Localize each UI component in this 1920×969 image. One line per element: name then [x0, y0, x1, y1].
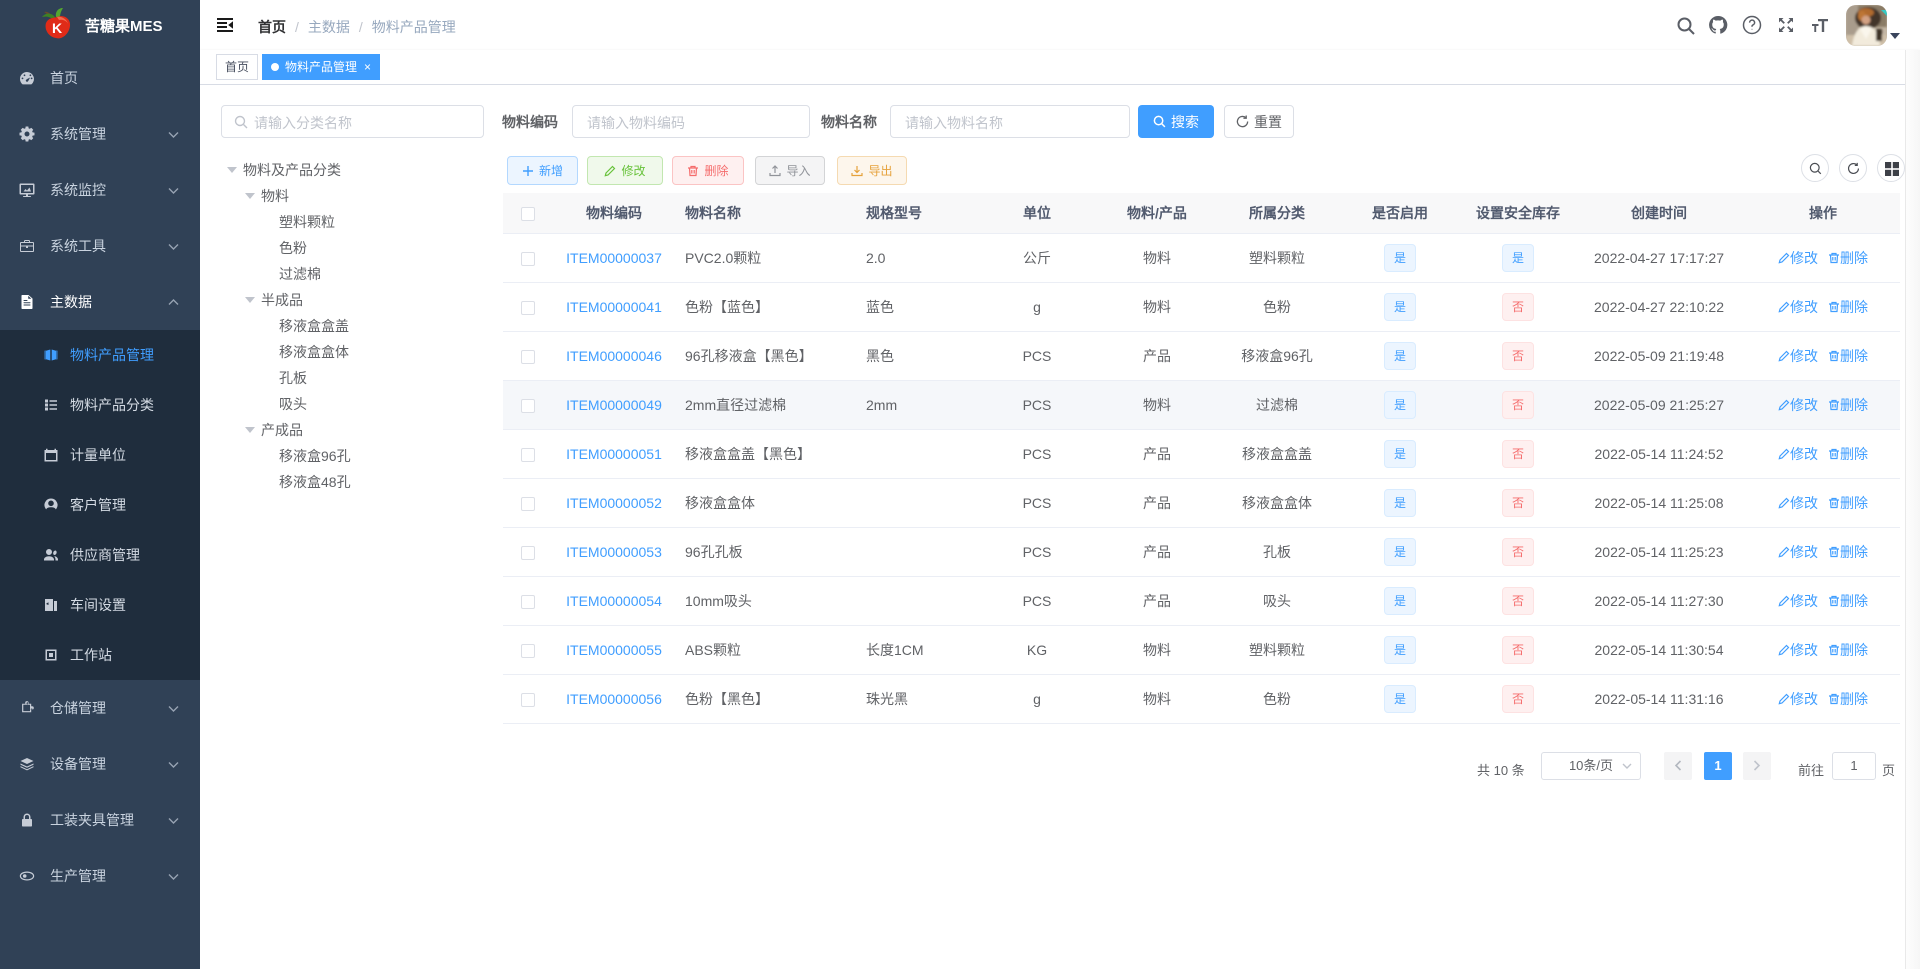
svg-text:K: K: [52, 20, 62, 36]
